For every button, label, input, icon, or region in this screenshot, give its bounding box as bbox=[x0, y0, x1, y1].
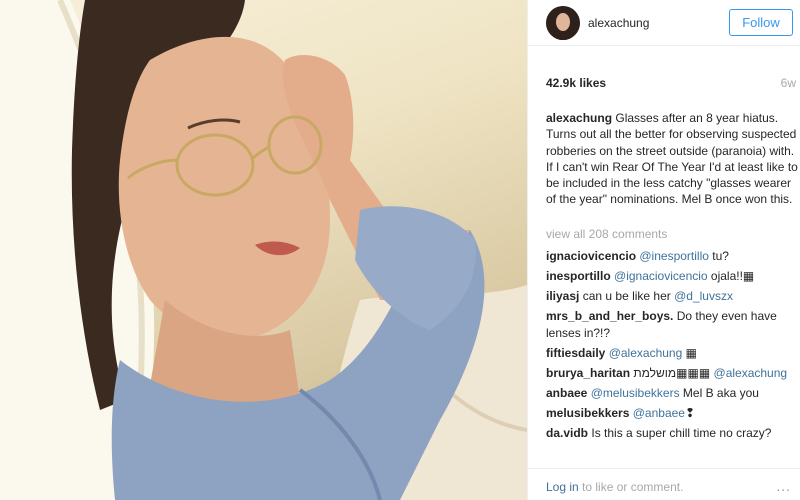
comment-mention[interactable]: @alexachung bbox=[714, 366, 788, 380]
comment-mention[interactable]: @melusibekkers bbox=[591, 386, 680, 400]
post-sidebar: alexachung Follow 42.9k likes 6w alexach… bbox=[527, 0, 800, 500]
username-link[interactable]: alexachung bbox=[588, 16, 649, 30]
likes-row: 42.9k likes 6w bbox=[546, 76, 796, 90]
comment: mrs_b_and_her_boys. Do they even have le… bbox=[546, 308, 796, 342]
comment-text: Is this a super chill time no crazy? bbox=[591, 426, 772, 440]
caption-text: Glasses after an 8 year hiatus. Turns ou… bbox=[546, 111, 798, 207]
comment-username[interactable]: iliyasj bbox=[546, 289, 579, 303]
comment-text: ojala!!▦ bbox=[707, 269, 755, 283]
comment-mention[interactable]: @alexachung bbox=[609, 346, 683, 360]
post-time[interactable]: 6w bbox=[781, 76, 796, 90]
comment: ignaciovicencio @inesportillo tu? bbox=[546, 248, 796, 265]
comment: brurya_haritan מושלמת▦▦▦ @alexachung bbox=[546, 365, 796, 382]
comment-username[interactable]: fiftiesdaily bbox=[546, 346, 605, 360]
comment-username[interactable]: melusibekkers bbox=[546, 406, 629, 420]
comment-mention[interactable]: @d_luvszx bbox=[674, 289, 733, 303]
comment-text: can u be like her bbox=[582, 289, 675, 303]
login-link[interactable]: Log in bbox=[546, 480, 579, 494]
comment: inesportillo @ignaciovicencio ojala!!▦ bbox=[546, 268, 796, 285]
comment-text: Mel B aka you bbox=[679, 386, 759, 400]
comments-list: ignaciovicencio @inesportillo tu? inespo… bbox=[546, 248, 796, 445]
comment-username[interactable]: da.vidb bbox=[546, 426, 588, 440]
login-suffix: to like or comment. bbox=[578, 480, 684, 494]
more-options-icon[interactable]: ... bbox=[776, 478, 791, 494]
comment-mention[interactable]: @ignaciovicencio bbox=[614, 269, 708, 283]
comment-mention[interactable]: @anbaee bbox=[633, 406, 685, 420]
comment: melusibekkers @anbaee❢ bbox=[546, 405, 796, 422]
comment-username[interactable]: inesportillo bbox=[546, 269, 611, 283]
comment-text: ▦ bbox=[682, 346, 697, 360]
view-all-comments-link[interactable]: view all 208 comments bbox=[546, 227, 667, 241]
post-footer: Log in to like or comment. ... bbox=[528, 468, 800, 500]
caption-username[interactable]: alexachung bbox=[546, 111, 612, 125]
comment-text: מושלמת▦▦▦ bbox=[633, 366, 714, 380]
post-photo[interactable] bbox=[0, 0, 527, 500]
comment-mention[interactable]: @inesportillo bbox=[639, 249, 709, 263]
avatar[interactable] bbox=[546, 6, 580, 40]
instagram-post: alexachung Follow 42.9k likes 6w alexach… bbox=[0, 0, 800, 500]
login-prompt: Log in to like or comment. bbox=[546, 480, 683, 494]
caption: alexachung Glasses after an 8 year hiatu… bbox=[546, 110, 798, 208]
likes-count[interactable]: 42.9k likes bbox=[546, 76, 606, 90]
comment-username[interactable]: ignaciovicencio bbox=[546, 249, 636, 263]
comment: anbaee @melusibekkers Mel B aka you bbox=[546, 385, 796, 402]
comment-text: tu? bbox=[708, 249, 729, 263]
follow-button[interactable]: Follow bbox=[729, 9, 793, 36]
comment: fiftiesdaily @alexachung ▦ bbox=[546, 345, 796, 362]
comment-text: ❢ bbox=[684, 406, 696, 420]
comment: da.vidb Is this a super chill time no cr… bbox=[546, 425, 796, 442]
comment-username[interactable]: anbaee bbox=[546, 386, 587, 400]
comment-username[interactable]: brurya_haritan bbox=[546, 366, 630, 380]
post-header: alexachung Follow bbox=[528, 0, 800, 46]
comment-username[interactable]: mrs_b_and_her_boys. bbox=[546, 309, 673, 323]
comment: iliyasj can u be like her @d_luvszx bbox=[546, 288, 796, 305]
photo-illustration bbox=[0, 0, 527, 500]
